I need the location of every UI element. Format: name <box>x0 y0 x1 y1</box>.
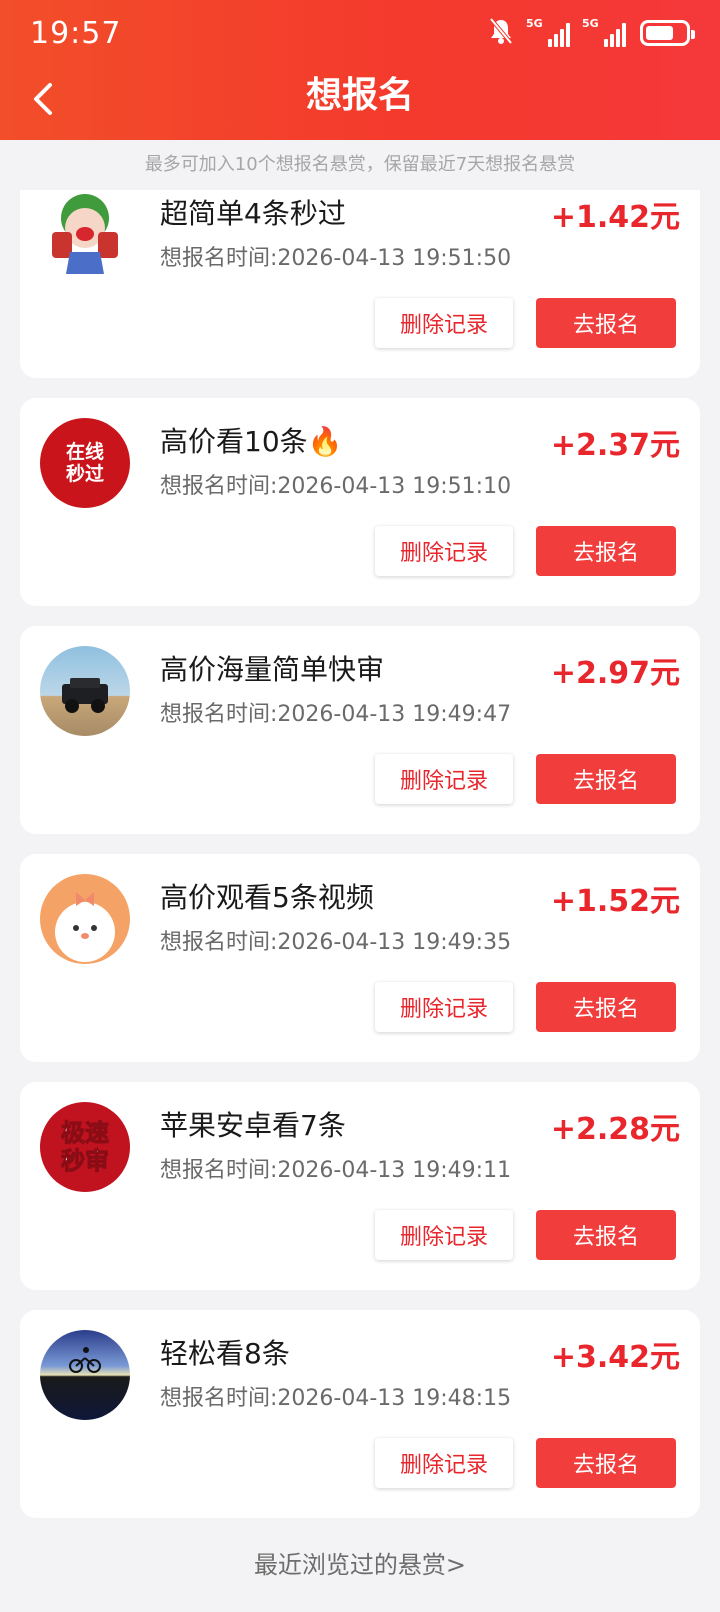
reward-amount: +1.42元 <box>550 200 680 235</box>
status-bar: 19:57 5G 5G <box>0 0 720 66</box>
cartoon-girl-icon <box>40 190 130 280</box>
limit-notice: 最多可加入10个想报名悬赏，保留最近7天想报名悬赏 <box>144 154 576 175</box>
delete-record-button[interactable]: 删除记录 <box>375 1210 513 1260</box>
status-time: 19:57 <box>30 15 122 51</box>
page-title: 想报名 <box>305 75 414 116</box>
mute-bell-icon <box>488 17 514 49</box>
delete-record-button[interactable]: 删除记录 <box>375 982 513 1032</box>
wish-time: 想报名时间:2026-04-13 19:51:10 <box>160 474 512 499</box>
delete-record-button[interactable]: 删除记录 <box>375 754 513 804</box>
reward-amount: +2.97元 <box>550 656 680 691</box>
task-title: 高价观看5条视频 <box>160 881 374 914</box>
offroad-vehicle-photo <box>40 646 130 736</box>
list-item: 在线 秒过 高价看10条🔥 +2.37元 想报名时间:2026-04-13 19… <box>20 398 700 606</box>
list-item: 超简单4条秒过 +1.42元 想报名时间:2026-04-13 19:51:50… <box>20 190 700 378</box>
apply-button[interactable]: 去报名 <box>536 754 676 804</box>
wish-time: 想报名时间:2026-04-13 19:51:50 <box>160 246 512 271</box>
battery-icon <box>640 20 695 46</box>
delete-record-button[interactable]: 删除记录 <box>375 298 513 348</box>
zaixian-miaoguo-badge: 在线 秒过 <box>40 418 130 508</box>
apply-button[interactable]: 去报名 <box>536 982 676 1032</box>
task-title: 高价海量简单快审 <box>160 653 385 686</box>
jisu-miaoshen-badge: 极速 秒审 <box>40 1102 130 1192</box>
cyclist-sunset-photo <box>40 1330 130 1420</box>
reward-amount: +2.28元 <box>550 1112 680 1147</box>
reward-amount: +1.52元 <box>550 884 680 919</box>
signal-5g-icon: 5G <box>526 17 570 47</box>
apply-button[interactable]: 去报名 <box>536 526 676 576</box>
app-header: 19:57 5G 5G 想报名 <box>0 0 720 140</box>
apply-button[interactable]: 去报名 <box>536 1210 676 1260</box>
nav-bar: 想报名 <box>0 66 720 140</box>
apply-button[interactable]: 去报名 <box>536 1438 676 1488</box>
status-icons: 5G 5G <box>488 17 695 49</box>
list-item: 高价海量简单快审 +2.97元 想报名时间:2026-04-13 19:49:4… <box>20 626 700 834</box>
list-item: 极速 秒审 苹果安卓看7条 +2.28元 想报名时间:2026-04-13 19… <box>20 1082 700 1290</box>
apply-button[interactable]: 去报名 <box>536 298 676 348</box>
wish-time: 想报名时间:2026-04-13 19:49:35 <box>160 930 512 955</box>
wish-time: 想报名时间:2026-04-13 19:49:47 <box>160 702 512 727</box>
wishlist-list: 超简单4条秒过 +1.42元 想报名时间:2026-04-13 19:51:50… <box>0 190 720 1530</box>
cute-bunny-icon <box>40 874 130 964</box>
list-item: 轻松看8条 +3.42元 想报名时间:2026-04-13 19:48:15 删… <box>20 1310 700 1518</box>
task-title: 高价看10条🔥 <box>160 425 343 458</box>
reward-amount: +3.42元 <box>550 1340 680 1375</box>
wish-time: 想报名时间:2026-04-13 19:49:11 <box>160 1158 512 1183</box>
task-title: 超简单4条秒过 <box>160 197 346 230</box>
recent-viewed-link[interactable]: 最近浏览过的悬赏> <box>0 1535 720 1595</box>
list-item: 高价观看5条视频 +1.52元 想报名时间:2026-04-13 19:49:3… <box>20 854 700 1062</box>
task-title: 轻松看8条 <box>160 1337 290 1370</box>
reward-amount: +2.37元 <box>550 428 680 463</box>
task-title: 苹果安卓看7条 <box>160 1109 346 1142</box>
delete-record-button[interactable]: 删除记录 <box>375 526 513 576</box>
wish-time: 想报名时间:2026-04-13 19:48:15 <box>160 1386 512 1411</box>
delete-record-button[interactable]: 删除记录 <box>375 1438 513 1488</box>
signal-5g-icon-2: 5G <box>582 17 626 47</box>
